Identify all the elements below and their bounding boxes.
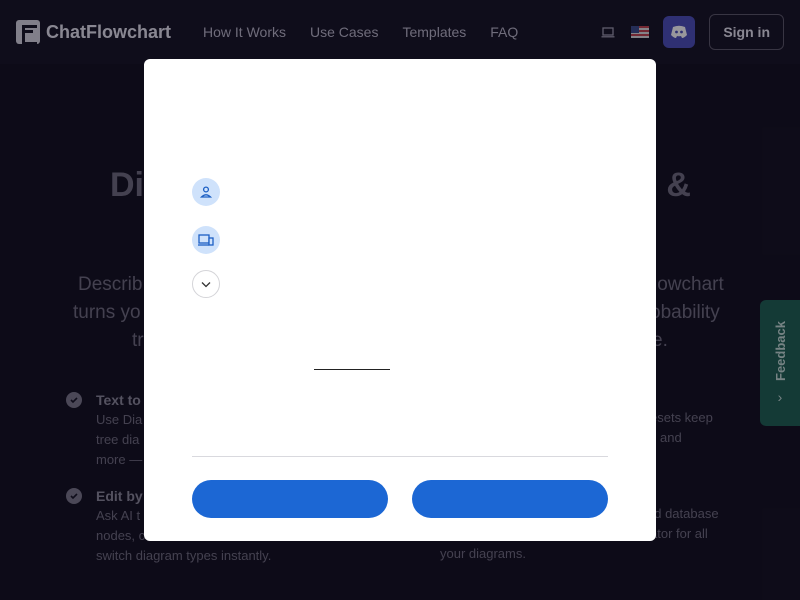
modal-dialog [144,59,656,541]
modal-primary-button[interactable] [192,480,388,518]
user-icon[interactable] [192,178,220,206]
modal-divider [192,456,608,457]
devices-icon[interactable] [192,226,220,254]
modal-secondary-button[interactable] [412,480,608,518]
text-link-underline[interactable] [314,369,390,370]
chevron-down-icon[interactable] [192,270,220,298]
